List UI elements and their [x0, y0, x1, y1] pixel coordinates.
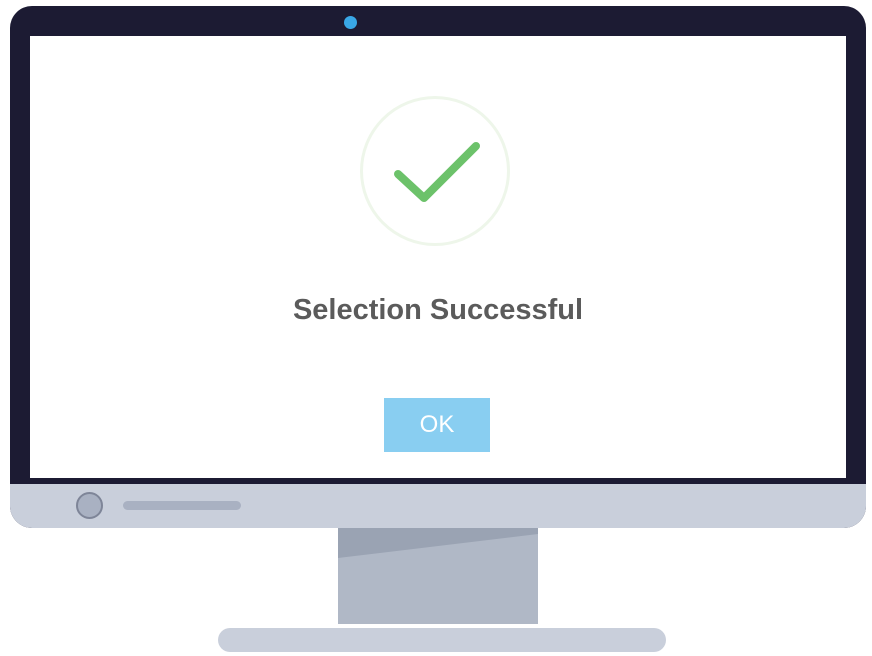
dialog-title: Selection Successful [292, 294, 584, 326]
screen: Selection Successful OK [30, 36, 846, 478]
ok-button[interactable]: OK [384, 398, 490, 452]
monitor-illustration: Selection Successful OK [0, 0, 872, 656]
monitor-stand-base [218, 628, 666, 652]
webcam-icon [344, 16, 357, 29]
checkmark-icon [394, 142, 480, 202]
monitor-chin [10, 484, 866, 528]
monitor-frame: Selection Successful OK [10, 6, 866, 528]
monitor-slot [123, 501, 241, 510]
power-button-icon [76, 492, 103, 519]
